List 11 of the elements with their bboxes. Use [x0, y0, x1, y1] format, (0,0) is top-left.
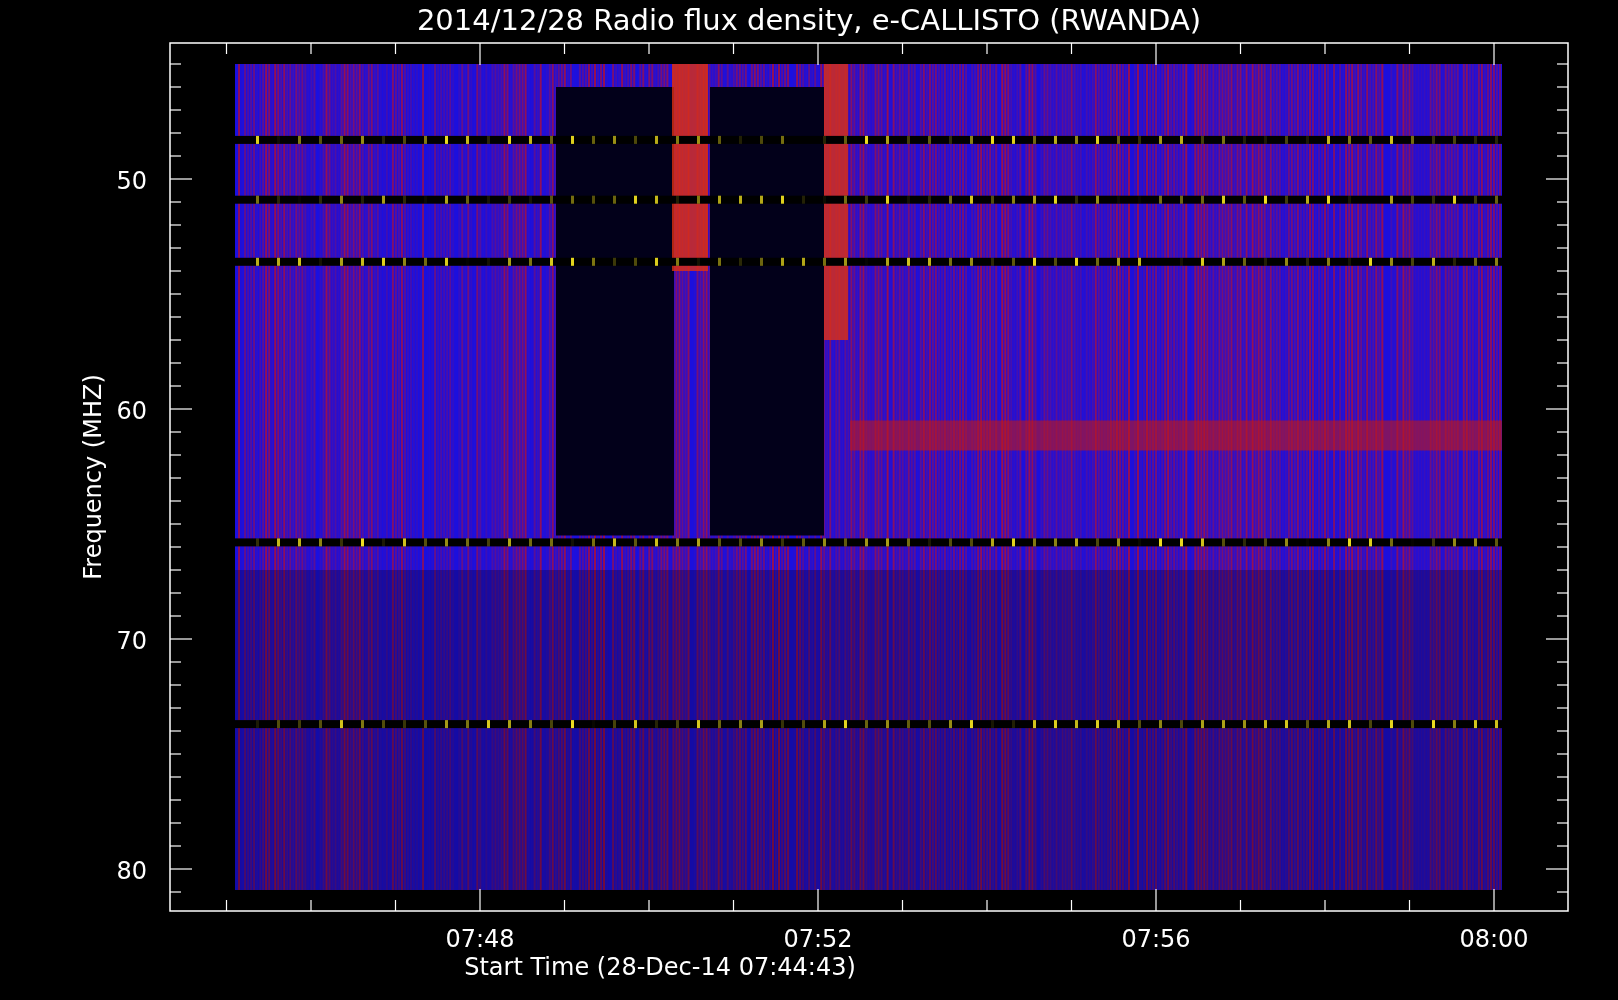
plot-title: 2014/12/28 Radio flux density, e-CALLISTO (RWANDA) — [416, 3, 1202, 37]
y-tick-label: 80 — [116, 857, 147, 885]
y-axis-label: Frequency (MHZ) — [79, 374, 107, 580]
x-tick-label: 08:00 — [1459, 925, 1529, 953]
y-tick-label: 60 — [116, 397, 147, 425]
y-tick-label: 70 — [116, 627, 147, 655]
x-tick-label: 07:48 — [445, 925, 515, 953]
y-tick-label: 50 — [116, 167, 147, 195]
x-axis-label: Start Time (28-Dec-14 07:44:43) — [464, 953, 856, 981]
x-tick-label: 07:52 — [783, 925, 853, 953]
x-tick-label: 07:56 — [1121, 925, 1191, 953]
